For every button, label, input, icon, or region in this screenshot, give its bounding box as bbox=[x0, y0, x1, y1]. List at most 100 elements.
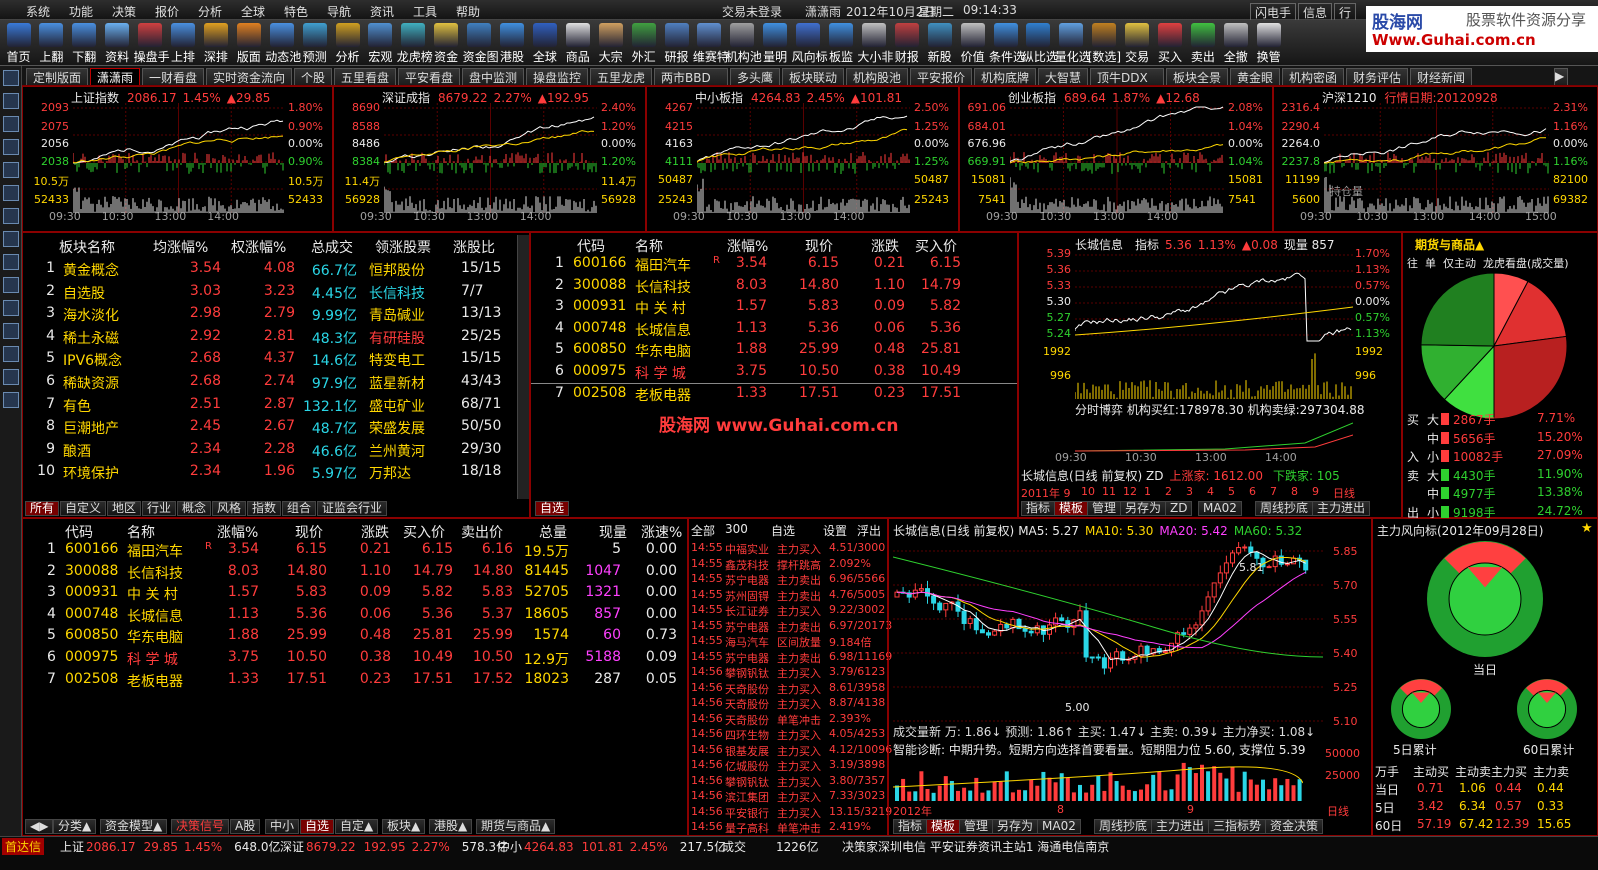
toolbar-button-12[interactable]: 龙虎榜 bbox=[397, 21, 433, 65]
watch-col-header[interactable]: 现价 bbox=[805, 236, 833, 256]
feed-row[interactable]: 14:56 天奇股份 主力买入 8.61/3958 bbox=[689, 681, 887, 696]
toolbar-button-37[interactable]: 全撤 bbox=[1219, 21, 1252, 65]
toolbar-button-35[interactable]: 买入 bbox=[1154, 21, 1187, 65]
toolbar-button-20[interactable]: 研报 bbox=[660, 21, 693, 65]
side-tool-icon[interactable] bbox=[3, 185, 19, 201]
sector-col-header[interactable]: 权涨幅% bbox=[231, 237, 286, 257]
toolbar-button-10[interactable]: 分析 bbox=[331, 21, 364, 65]
watch-row[interactable]: 1 600166 福田汽车 R 3.54 6.15 0.21 6.15 bbox=[531, 255, 1017, 276]
feed-tab-1[interactable]: 300 bbox=[725, 522, 748, 536]
watch-row[interactable]: 5 600850 华东电脑 1.88 25.99 0.48 25.81 bbox=[531, 341, 1017, 362]
menu-4[interactable]: 分析 bbox=[198, 3, 222, 20]
intraday-tool-tab-3[interactable]: 另存为 bbox=[1120, 501, 1167, 516]
layout-tab-20[interactable]: 机构密函 bbox=[1282, 68, 1344, 85]
layout-tab-3[interactable]: 实时资金流向 bbox=[206, 68, 292, 85]
status-index-0[interactable]: 上证 2086.17 29.85 1.45% 648.0亿 bbox=[60, 838, 280, 855]
kline-tool-tab-0[interactable]: 指标 bbox=[893, 819, 928, 834]
sector-filter-tab-8[interactable]: 证监会行业 bbox=[317, 501, 388, 516]
toolbar-button-38[interactable]: 换管 bbox=[1252, 21, 1285, 65]
feed-tab-0[interactable]: 全部 bbox=[691, 522, 715, 539]
side-tool-icon[interactable] bbox=[3, 300, 19, 316]
intraday-tool-tab-2[interactable]: 管理 bbox=[1087, 501, 1122, 516]
feed-row[interactable]: 14:55 苏州固锝 主力卖出 4.76/5005 bbox=[689, 588, 887, 603]
quote-row[interactable]: 6 000975 科 学 城 3.75 10.50 0.38 10.49 10.50 12.9万… bbox=[23, 649, 683, 670]
quote-category-tab-0[interactable]: 分类▲ bbox=[53, 819, 97, 834]
sector-row[interactable]: 6 稀缺资源 2.68 2.74 97.9亿 蓝星新材 43/43 bbox=[23, 373, 519, 394]
layout-tab-19[interactable]: 黄金眼 bbox=[1230, 68, 1280, 85]
side-tool-icon[interactable] bbox=[3, 369, 19, 385]
layout-tab-10[interactable]: 两市BBD bbox=[654, 68, 728, 85]
toolbar-button-29[interactable]: 价值 bbox=[956, 21, 989, 65]
side-tool-icon[interactable] bbox=[3, 162, 19, 178]
side-tool-icon[interactable] bbox=[3, 116, 19, 132]
watch-row[interactable]: 3 000931 中 关 村 1.57 5.83 0.09 5.82 bbox=[531, 298, 1017, 319]
sector-row[interactable]: 3 海水淡化 2.98 2.79 9.99亿 青岛碱业 13/13 bbox=[23, 305, 519, 326]
toolbar-button-5[interactable]: 上排 bbox=[167, 21, 200, 65]
kline-tool-tab-2[interactable]: 管理 bbox=[959, 819, 994, 834]
intraday-tool-tab-4[interactable]: ZD bbox=[1165, 501, 1193, 516]
quote-category-tab-6[interactable]: 自定▲ bbox=[335, 819, 379, 834]
watch-row[interactable]: 6 000975 科 学 城 3.75 10.50 0.38 10.49 bbox=[531, 363, 1017, 384]
quote-col-header[interactable]: 代码 bbox=[65, 522, 93, 542]
watch-col-header[interactable]: 涨跌 bbox=[871, 236, 899, 256]
kline-tool-tab-3[interactable]: 另存为 bbox=[992, 819, 1039, 834]
sector-filter-tab-7[interactable]: 组合 bbox=[282, 501, 317, 516]
quote-col-header[interactable]: 名称 bbox=[127, 522, 155, 542]
layout-tab-14[interactable]: 平安报价 bbox=[910, 68, 972, 85]
sector-row[interactable]: 5 IPV6概念 2.68 4.37 14.6亿 特变电工 15/15 bbox=[23, 350, 519, 371]
intraday-tool-tab-1[interactable]: 模板 bbox=[1054, 501, 1089, 516]
menu-10[interactable]: 帮助 bbox=[456, 3, 480, 20]
watch-col-header[interactable]: 代码 bbox=[577, 236, 605, 256]
feed-row[interactable]: 14:55 中福实业 主力买入 4.51/3000 bbox=[689, 541, 887, 556]
side-tool-icon[interactable] bbox=[3, 254, 19, 270]
menu-1[interactable]: 功能 bbox=[69, 3, 93, 20]
quote-col-header[interactable]: 现价 bbox=[295, 522, 323, 542]
layout-tab-15[interactable]: 机构底牌 bbox=[974, 68, 1036, 85]
quote-scroll-left[interactable]: ◀▶ bbox=[25, 819, 54, 834]
layout-tab-4[interactable]: 个股 bbox=[294, 68, 332, 85]
sector-row[interactable]: 10 环境保护 2.34 1.96 5.97亿 万邦达 18/18 bbox=[23, 463, 519, 484]
kline-tool-tab-5[interactable]: 周线抄底 bbox=[1094, 819, 1153, 834]
sector-row[interactable]: 8 巨潮地产 2.45 2.67 48.7亿 荣盛发展 50/50 bbox=[23, 418, 519, 439]
toolbar-button-3[interactable]: 资料 bbox=[101, 21, 134, 65]
sector-filter-tab-6[interactable]: 指数 bbox=[247, 501, 282, 516]
feed-row[interactable]: 14:56 四环生物 主力买入 4.05/4253 bbox=[689, 727, 887, 742]
watch-col-header[interactable]: 涨幅% bbox=[727, 236, 768, 256]
quote-col-header[interactable]: 涨跌 bbox=[361, 522, 389, 542]
toolbar-button-22[interactable]: 机构池 bbox=[726, 21, 762, 65]
layout-tab-5[interactable]: 五里看盘 bbox=[334, 68, 396, 85]
sector-scrollbar[interactable] bbox=[517, 235, 529, 499]
side-tool-icon[interactable] bbox=[3, 70, 19, 86]
feed-tab-2[interactable]: 自选 bbox=[771, 522, 795, 539]
quote-category-tab-7[interactable]: 板块▲ bbox=[382, 819, 426, 834]
layout-tab-2[interactable]: 一财看盘 bbox=[142, 68, 204, 85]
intraday-tool-tab-5[interactable]: MA02 bbox=[1198, 501, 1242, 516]
status-index-1[interactable]: 深证 8679.22 192.95 2.27% 578.3亿 bbox=[280, 838, 508, 855]
layout-tab-21[interactable]: 财务评估 bbox=[1346, 68, 1408, 85]
toolbar-button-1[interactable]: 上翻 bbox=[35, 21, 68, 65]
feed-row[interactable]: 14:56 亿城股份 主力买入 3.19/3898 bbox=[689, 758, 887, 773]
side-tool-icon[interactable] bbox=[3, 346, 19, 362]
toolbar-button-24[interactable]: 风向标 bbox=[792, 21, 828, 65]
futures-title[interactable]: 期货与商品▲ bbox=[1415, 236, 1484, 253]
feed-row[interactable]: 14:56 天奇股份 主力买入 8.87/4138 bbox=[689, 696, 887, 711]
sector-col-header[interactable]: 板块名称 bbox=[59, 237, 115, 257]
sector-row[interactable]: 2 自选股 3.03 3.23 4.45亿 长信科技 7/7 bbox=[23, 283, 519, 304]
layout-tab-16[interactable]: 大智慧 bbox=[1038, 68, 1088, 85]
quote-row[interactable]: 5 600850 华东电脑 1.88 25.99 0.48 25.81 25.99 1574 60… bbox=[23, 627, 683, 648]
sector-filter-tab-1[interactable]: 自定义 bbox=[60, 501, 107, 516]
quote-col-header[interactable]: 买入价 bbox=[403, 522, 445, 542]
quote-col-header[interactable]: 卖出价 bbox=[461, 522, 503, 542]
index-chart-4[interactable]: 沪深1210 行情日期:20120928 2316.4 2290.4 2264.0 223… bbox=[1273, 86, 1598, 232]
quote-category-tab-4[interactable]: 中小 bbox=[265, 819, 300, 834]
toolbar-button-27[interactable]: 财报 bbox=[890, 21, 923, 65]
layout-tab-8[interactable]: 操盘监控 bbox=[526, 68, 588, 85]
toolbar-button-2[interactable]: 下翻 bbox=[68, 21, 101, 65]
tabs-scroll-right[interactable]: ▶ bbox=[1554, 68, 1568, 85]
toolbar-button-18[interactable]: 大宗 bbox=[594, 21, 627, 65]
side-tool-icon[interactable] bbox=[3, 323, 19, 339]
toolbar-button-25[interactable]: 板监 bbox=[825, 21, 858, 65]
feed-row[interactable]: 14:56 平安银行 主力买入 13.15/3219 bbox=[689, 805, 892, 820]
side-tool-icon[interactable] bbox=[3, 392, 19, 408]
sector-row[interactable]: 1 黄金概念 3.54 4.08 66.7亿 恒邦股份 15/15 bbox=[23, 260, 519, 281]
